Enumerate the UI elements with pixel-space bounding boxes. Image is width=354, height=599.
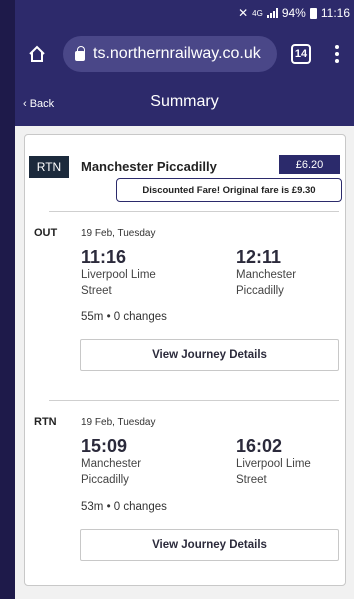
leg-date: 19 Feb, Tuesday [81,228,156,239]
view-journey-details-button[interactable]: View Journey Details [80,529,339,561]
phone-screen: ✕ 4G 94% 11:16 ts.northernrailway.co.uk … [15,0,354,599]
arrive-station: Liverpool Lime Street [236,456,346,488]
view-journey-details-button[interactable]: View Journey Details [80,339,339,371]
lock-icon [75,46,85,61]
ticket-type-tag: RTN [29,156,69,178]
arrive-time: 12:11 [236,247,282,267]
home-icon [29,45,45,62]
battery-percent: 94% [281,6,306,20]
journey-duration-changes: 55m • 0 changes [81,311,167,323]
depart-station-line1: Manchester [81,458,142,470]
home-button[interactable] [23,40,51,68]
depart-time: 11:16 [81,247,127,267]
app-header: ‹ Back Summary [15,82,354,126]
arrive-station-line1: Liverpool Lime [236,458,311,470]
arrive-time: 16:02 [236,436,283,456]
journey-summary-card: RTN Manchester Piccadilly £6.20 Discount… [24,134,346,586]
network-indicator: 4G [252,8,263,18]
clock: 11:16 [320,6,350,20]
arrive-station: Manchester Piccadilly [236,267,346,299]
browser-toolbar: ts.northernrailway.co.uk 14 [15,26,354,82]
depart-station-line2: Piccadilly [81,474,129,486]
journey-duration-changes: 53m • 0 changes [81,501,167,513]
tab-switcher-button[interactable]: 14 [291,44,311,64]
divider [49,211,339,212]
destination-name: Manchester Piccadilly [81,159,217,174]
leg-date: 19 Feb, Tuesday [81,417,156,428]
depart-station: Liverpool Lime Street [81,267,191,299]
tab-count: 14 [294,48,308,60]
depart-station-line1: Liverpool Lime [81,269,156,281]
battery-icon [309,7,317,19]
signal-icon [266,8,278,18]
address-bar[interactable]: ts.northernrailway.co.uk [63,36,277,72]
depart-station-line2: Street [81,285,112,297]
page-content: RTN Manchester Piccadilly £6.20 Discount… [15,126,354,599]
status-bar: ✕ 4G 94% 11:16 [15,0,354,26]
discount-notice: Discounted Fare! Original fare is £9.30 [116,178,342,202]
arrive-station-line1: Manchester [236,269,297,281]
mute-icon: ✕ [238,6,249,20]
divider [49,400,339,401]
depart-time: 15:09 [81,436,128,456]
fare-price: £6.20 [279,155,340,174]
url-text: ts.northernrailway.co.uk [93,45,261,62]
browser-menu-button[interactable] [331,45,343,63]
depart-station: Manchester Piccadilly [81,456,191,488]
page-title: Summary [150,93,219,110]
leg-tag: OUT [34,227,58,239]
arrive-station-line2: Piccadilly [236,285,284,297]
leg-tag: RTN [34,416,57,428]
arrive-station-line2: Street [236,474,267,486]
